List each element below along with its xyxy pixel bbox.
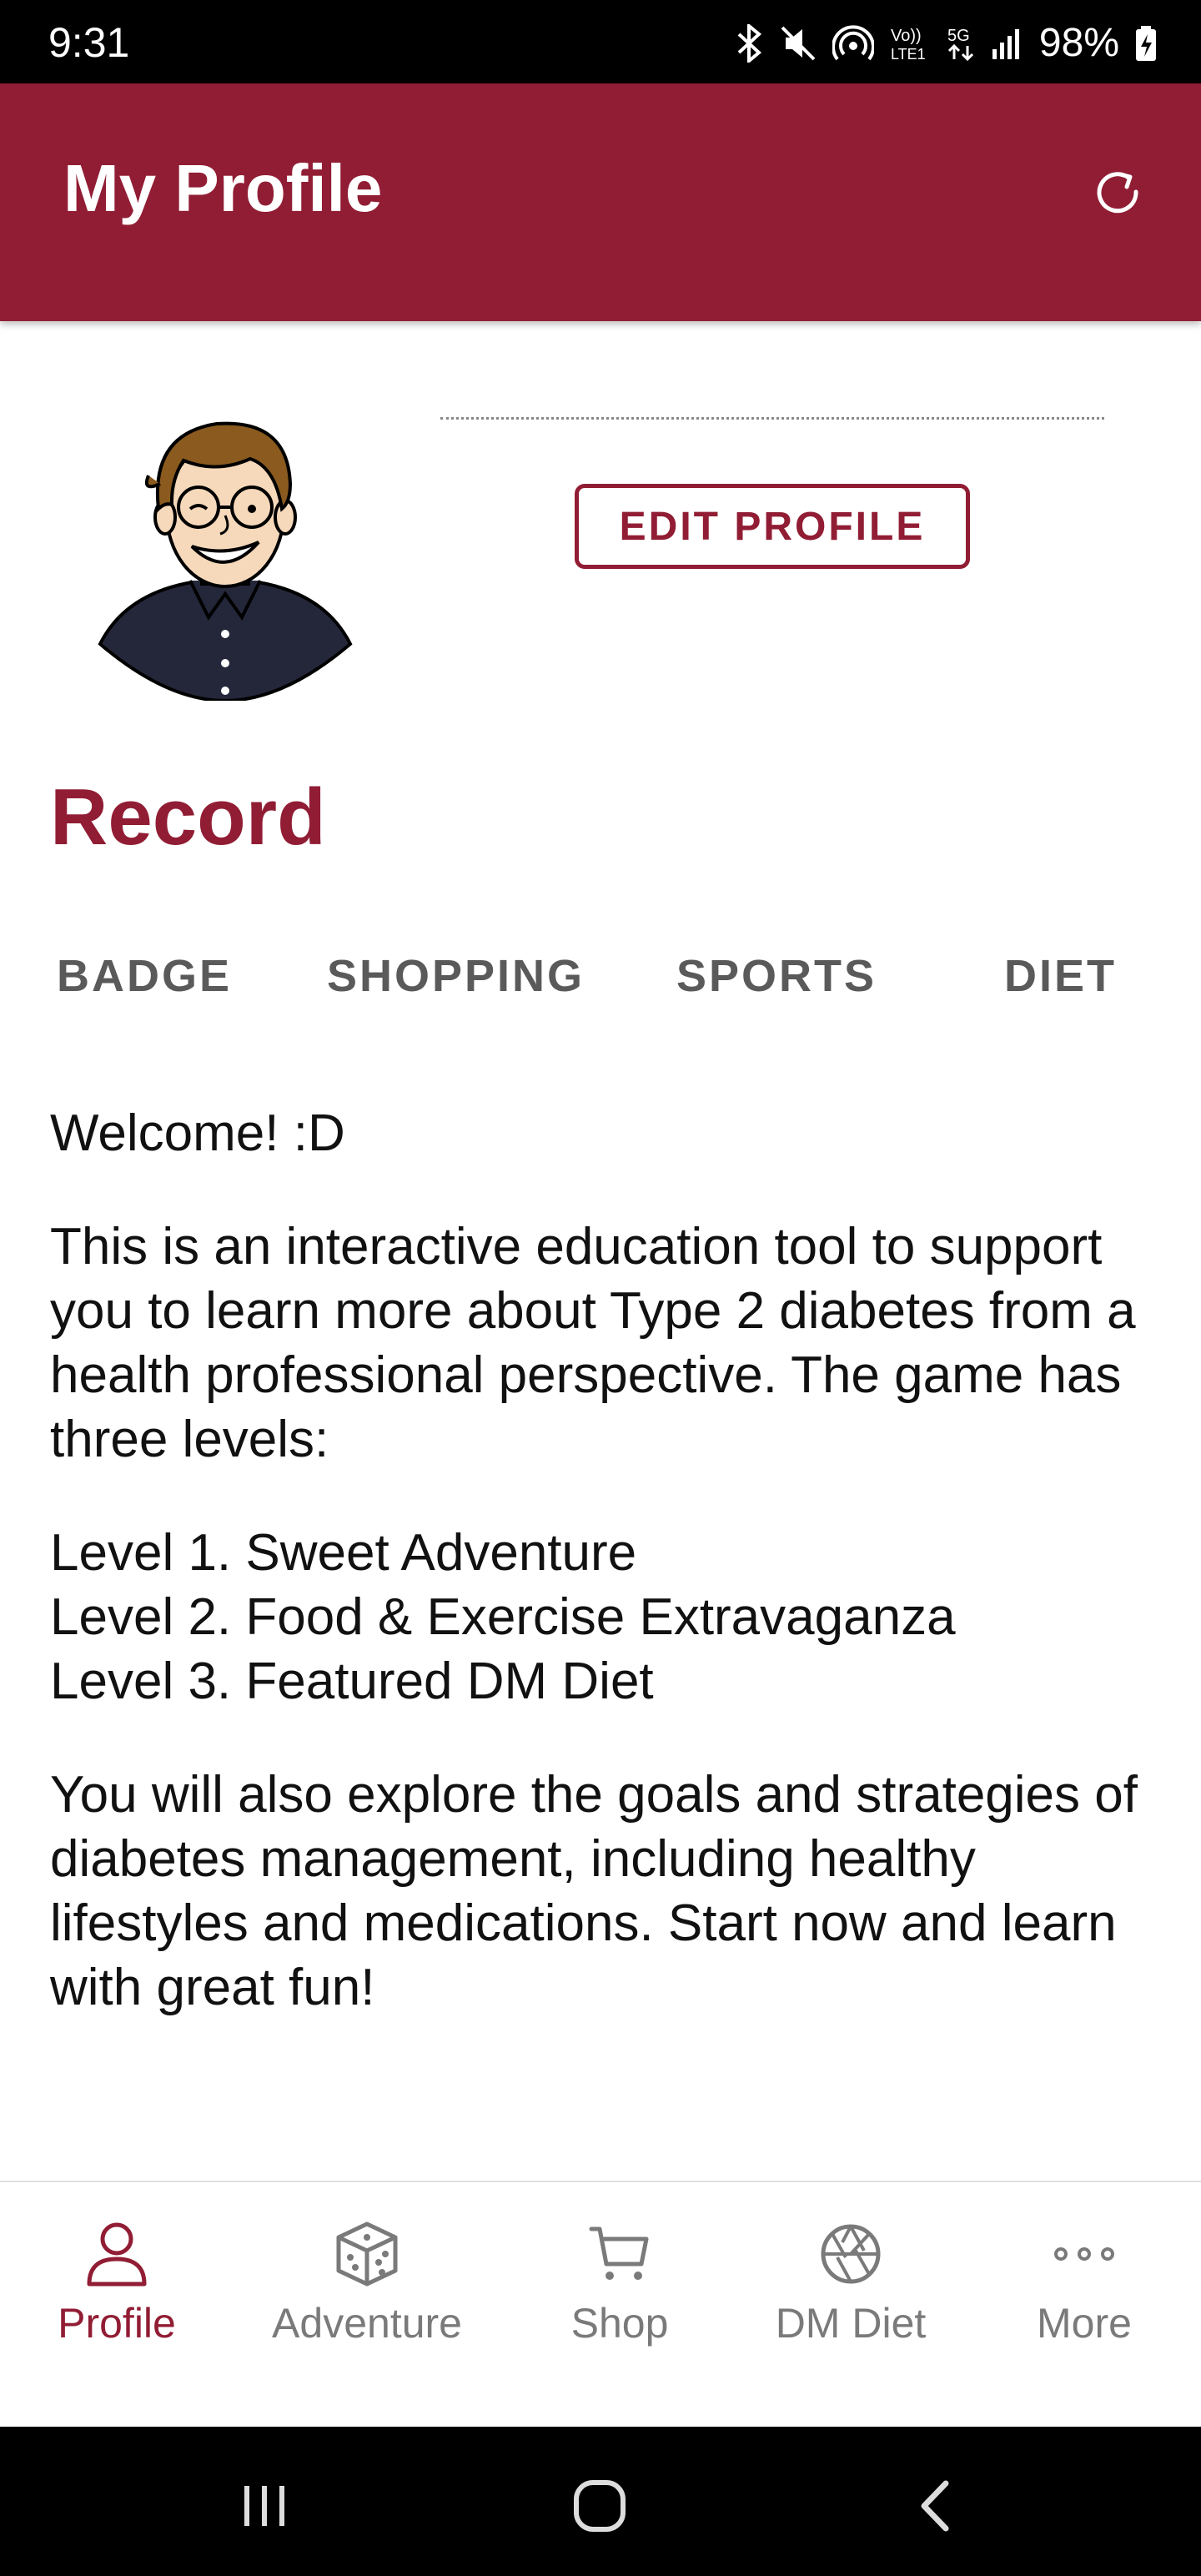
level-item: Level 1. Sweet Adventure — [50, 1524, 637, 1582]
person-icon — [87, 2222, 147, 2287]
volte-icon: Vo))LTE1 — [891, 27, 926, 63]
avatar — [92, 409, 359, 703]
home-icon — [574, 2480, 626, 2532]
recent-apps-icon — [244, 2486, 284, 2526]
nav-profile[interactable]: Profile — [33, 2182, 200, 2428]
nav-label: More — [1037, 2300, 1132, 2347]
nav-label: Adventure — [272, 2300, 462, 2347]
status-icons: Vo)) LTE1 5G 98% — [734, 23, 1158, 63]
5g-icon: 5G — [947, 27, 973, 62]
tab-badge[interactable]: BADGE — [57, 943, 232, 1009]
record-title: Record — [50, 772, 326, 862]
nav-more[interactable]: More — [1001, 2182, 1168, 2428]
dice-icon — [336, 2221, 398, 2287]
battery-charging-icon — [1136, 26, 1156, 61]
page-title: My Profile — [63, 151, 383, 225]
mute-icon — [781, 26, 816, 61]
nav-adventure[interactable]: Adventure — [259, 2182, 475, 2428]
recent-apps-button[interactable] — [227, 2468, 302, 2543]
tab-shopping[interactable]: SHOPPING — [327, 943, 585, 1009]
system-nav-bar — [0, 2427, 1201, 2576]
nav-shop[interactable]: Shop — [536, 2182, 703, 2428]
welcome-content: Welcome! :D This is an interactive educa… — [50, 1101, 1168, 2069]
bottom-nav: Profile Adventure Shop DM Diet More — [0, 2181, 1201, 2427]
signal-icon — [992, 29, 1019, 59]
hotspot-icon — [832, 25, 874, 61]
welcome-text: Welcome! :D — [50, 1104, 345, 1162]
level-item: Level 2. Food & Exercise Extravaganza — [50, 1588, 956, 1646]
nav-label: Shop — [570, 2300, 669, 2347]
cart-icon — [589, 2226, 649, 2280]
intro-text: This is an interactive education tool to… — [50, 1218, 1136, 1468]
home-button[interactable] — [562, 2468, 637, 2543]
nav-label: Profile — [58, 2300, 176, 2347]
svg-text:LTE1: LTE1 — [891, 46, 926, 63]
battery-percent: 98% — [1038, 21, 1119, 65]
tab-diet[interactable]: DIET — [1004, 943, 1117, 1009]
tab-sports[interactable]: SPORTS — [676, 943, 877, 1009]
nav-label: DM Diet — [775, 2300, 927, 2347]
svg-text:5G: 5G — [947, 27, 970, 45]
level-item: Level 3. Featured DM Diet — [50, 1653, 654, 1710]
nav-dm-diet[interactable]: DM Diet — [751, 2182, 951, 2428]
aperture-icon — [821, 2224, 881, 2284]
bluetooth-icon — [737, 24, 761, 63]
back-icon — [921, 2480, 949, 2532]
refresh-button[interactable] — [1084, 158, 1151, 225]
app-bar: My Profile — [0, 83, 1201, 321]
refresh-icon — [1097, 172, 1138, 214]
back-button[interactable] — [897, 2468, 972, 2543]
outro-text: You will also explore the goals and stra… — [50, 1766, 1138, 2016]
svg-text:Vo)): Vo)) — [891, 27, 922, 45]
levels-list: Level 1. Sweet Adventure Level 2. Food &… — [50, 1521, 1168, 1713]
record-tabs: BADGE SHOPPING SPORTS DIET — [0, 943, 1201, 1009]
more-dots-icon — [1054, 2247, 1114, 2261]
status-time: 9:31 — [48, 19, 130, 66]
edit-profile-button[interactable]: EDIT PROFILE — [575, 484, 970, 569]
status-bar: 9:31 Vo)) LTE1 5G 98% — [0, 0, 1201, 83]
divider — [440, 417, 1104, 420]
